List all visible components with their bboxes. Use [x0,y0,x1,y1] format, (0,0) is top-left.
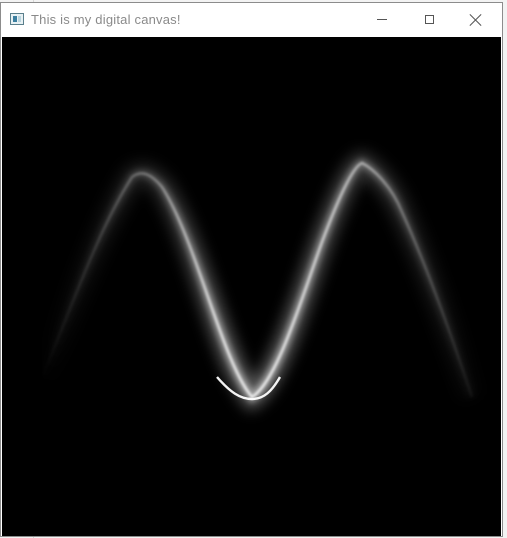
app-window-icon[interactable] [10,13,24,25]
maximize-button[interactable] [406,3,452,36]
window-title: This is my digital canvas! [31,12,181,27]
close-icon [470,14,482,26]
canvas-drawing [31,150,483,412]
close-button[interactable] [453,3,499,36]
maximize-icon [424,15,434,24]
minimize-icon [377,19,387,20]
minimize-button[interactable] [359,3,405,36]
curve-glow-wide [31,150,483,412]
title-bar[interactable]: This is my digital canvas! [1,3,502,36]
desktop-background: This is my digital canvas! [0,0,507,538]
drawing-canvas[interactable] [2,37,501,536]
app-window: This is my digital canvas! [0,2,503,537]
